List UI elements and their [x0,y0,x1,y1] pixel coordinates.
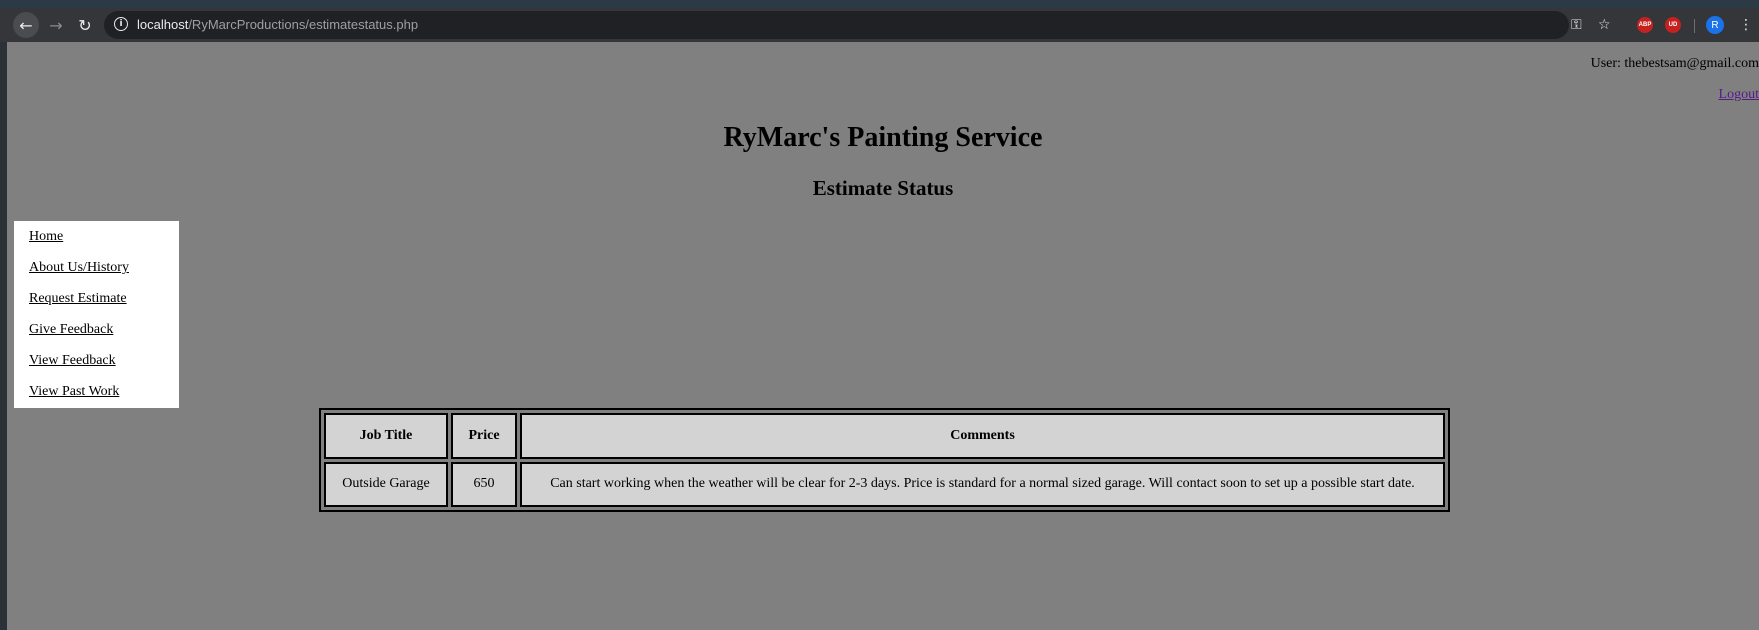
sidebar-item-request-estimate[interactable]: Request Estimate [29,287,179,318]
cell-comments: Can start working when the weather will … [520,461,1445,507]
browser-toolbar: ← → ↻ i localhost/RyMarcProductions/esti… [0,0,1759,42]
forward-arrow-icon[interactable]: → [43,12,69,38]
site-title: RyMarc's Painting Service [723,122,1043,153]
estimate-table: Job Title Price Comments Outside Garage … [319,408,1450,512]
bookmark-star-icon[interactable]: ☆ [1598,14,1611,36]
adblock-extension-icon[interactable]: ABP [1637,17,1653,33]
cell-price: 650 [451,461,517,507]
address-bar[interactable]: i localhost/RyMarcProductions/estimatest… [104,11,1569,39]
sidebar-nav: Home About Us/History Request Estimate G… [14,221,179,408]
cell-job-title: Outside Garage [324,461,448,507]
header-price: Price [451,413,517,459]
sidebar-item-give-feedback[interactable]: Give Feedback [29,318,179,349]
sidebar-item-home[interactable]: Home [29,225,179,256]
sidebar-item-view-feedback[interactable]: View Feedback [29,349,179,380]
user-label: User: thebestsam@gmail.com [1590,56,1759,71]
page-viewport: User: thebestsam@gmail.com Logout RyMarc… [7,42,1759,630]
table-row: Outside Garage 650 Can start working whe… [324,461,1445,507]
header-job-title: Job Title [324,413,448,459]
url-text[interactable]: localhost/RyMarcProductions/estimatestat… [137,17,418,32]
menu-kebab-icon[interactable]: ⋮ [1739,14,1753,36]
back-arrow-icon[interactable]: ← [13,12,39,38]
url-path: /RyMarcProductions/estimatestatus.php [188,17,419,32]
key-icon[interactable]: ⚿ [1571,14,1582,36]
ublock-extension-icon[interactable]: UD [1665,17,1681,33]
profile-avatar[interactable]: R [1706,16,1724,34]
header-comments: Comments [520,413,1445,459]
reload-icon[interactable]: ↻ [72,12,98,38]
site-info-icon[interactable]: i [114,17,128,31]
logout-link[interactable]: Logout [1719,87,1759,103]
page-title: Estimate Status [812,176,954,200]
sidebar-item-about[interactable]: About Us/History [29,256,179,287]
sidebar-item-view-past-work[interactable]: View Past Work [29,380,179,411]
url-host: localhost [137,17,189,32]
toolbar-divider [1694,19,1695,33]
table-header-row: Job Title Price Comments [324,413,1445,459]
